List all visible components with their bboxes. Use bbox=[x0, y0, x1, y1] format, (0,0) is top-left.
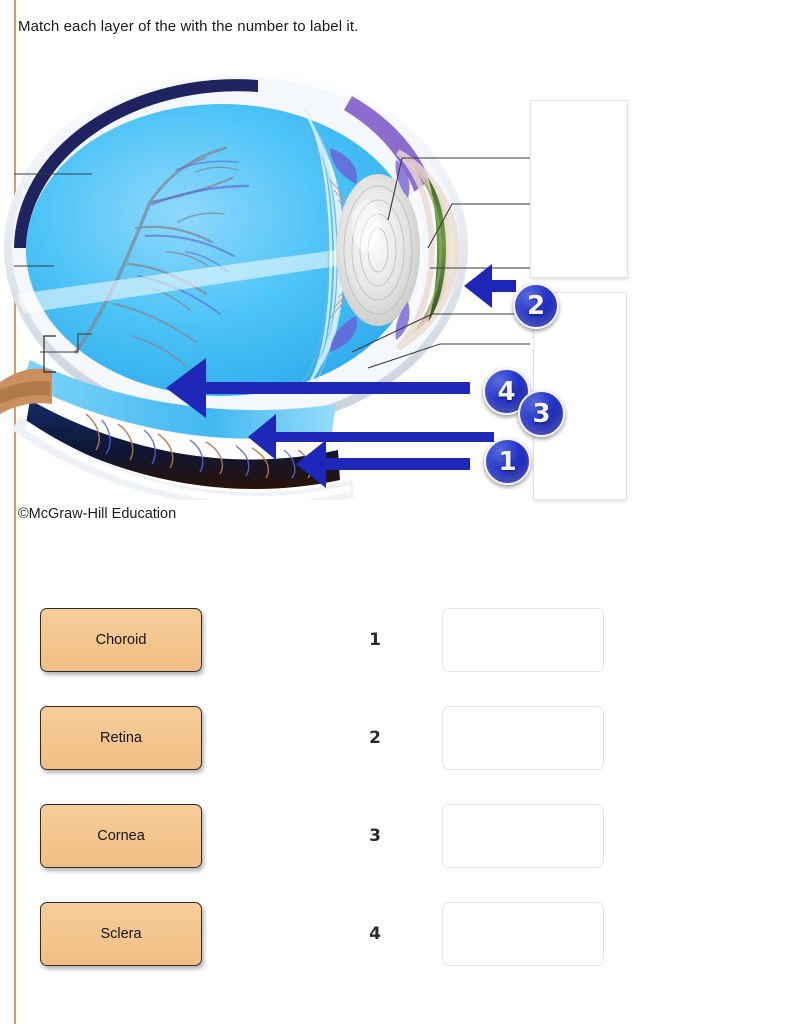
slot-number-3: 3 bbox=[369, 826, 381, 846]
label-panel-top bbox=[530, 100, 628, 278]
figure-credit: ©McGraw-Hill Education bbox=[18, 506, 177, 522]
draggable-tile-cornea[interactable]: Cornea bbox=[40, 804, 202, 868]
draggable-tile-sclera[interactable]: Sclera bbox=[40, 902, 202, 966]
question-prompt: Match each layer of the with the number … bbox=[18, 18, 359, 35]
matching-row: Retina 2 bbox=[0, 694, 810, 792]
draggable-tile-retina[interactable]: Retina bbox=[40, 706, 202, 770]
dropzone-1[interactable] bbox=[442, 608, 604, 672]
question-page: Match each layer of the with the number … bbox=[0, 0, 810, 1024]
slot-number-4: 4 bbox=[369, 924, 381, 944]
dropzone-3[interactable] bbox=[442, 804, 604, 868]
dropzone-2[interactable] bbox=[442, 706, 604, 770]
diagram-marker-1[interactable]: 1 bbox=[484, 438, 531, 485]
dropzone-4[interactable] bbox=[442, 902, 604, 966]
slot-number-2: 2 bbox=[369, 728, 381, 748]
diagram-marker-3[interactable]: 3 bbox=[518, 390, 565, 437]
matching-row: Sclera 4 bbox=[0, 890, 810, 988]
diagram-marker-2[interactable]: 2 bbox=[513, 283, 559, 329]
eye-diagram-figure: 2 4 3 1 bbox=[0, 52, 650, 500]
matching-area: Choroid 1 Retina 2 Cornea 3 Sclera 4 bbox=[0, 596, 810, 988]
slot-number-1: 1 bbox=[369, 630, 381, 650]
matching-row: Cornea 3 bbox=[0, 792, 810, 890]
draggable-tile-choroid[interactable]: Choroid bbox=[40, 608, 202, 672]
matching-row: Choroid 1 bbox=[0, 596, 810, 694]
